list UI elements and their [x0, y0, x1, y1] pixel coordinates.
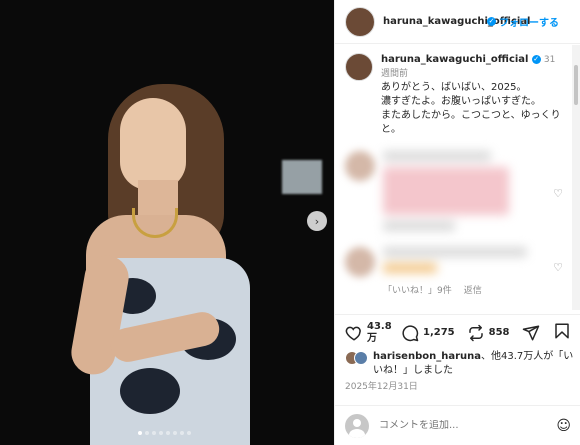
- carousel-dot: [166, 431, 170, 435]
- follow-label[interactable]: フォローする: [499, 14, 559, 29]
- photo-subject-face: [120, 98, 186, 190]
- bookmark-icon: [555, 323, 569, 339]
- add-comment-bar: ☺: [335, 405, 580, 445]
- chevron-right-icon: ›: [314, 214, 320, 228]
- comment-text-blurred: [383, 247, 563, 279]
- post-actions: 43.8万 1,275 858: [335, 314, 580, 350]
- liked-by-username[interactable]: harisenbon_haruna: [373, 351, 481, 362]
- like-button[interactable]: 43.8万: [345, 321, 392, 345]
- caption-username[interactable]: haruna_kawaguchi_official: [381, 54, 528, 65]
- comments-list[interactable]: haruna_kawaguchi_official ✓ 31週間前 ありがとう、…: [335, 45, 573, 310]
- carousel-dot: [145, 431, 149, 435]
- post-media[interactable]: ›: [0, 0, 334, 445]
- comment-meta: 「いいね！」9件 返信: [383, 283, 563, 296]
- comment-like-heart-icon[interactable]: ♡: [553, 187, 563, 200]
- reposts-count: 858: [488, 327, 510, 338]
- send-icon: [522, 325, 539, 340]
- comment-likes-count[interactable]: 「いいね！」9件: [383, 283, 452, 296]
- repost-button[interactable]: 858: [467, 324, 510, 342]
- carousel-dot: [173, 431, 177, 435]
- verified-badge-icon: ✓: [487, 17, 496, 26]
- post-date[interactable]: 2025年12月31日: [345, 379, 418, 392]
- follow-button[interactable]: ✓ フォローする: [487, 14, 559, 29]
- likes-count[interactable]: 43.8万: [367, 321, 392, 345]
- carousel-dot: [152, 431, 156, 435]
- comment-icon: [402, 324, 419, 341]
- save-button[interactable]: [553, 322, 571, 343]
- comment-like-heart-icon[interactable]: ♡: [553, 261, 563, 274]
- liked-by: harisenbon_haruna、他43.7万人が「いいね！」しました: [345, 350, 575, 378]
- author-username[interactable]: haruna_kawaguchi_official: [383, 15, 530, 28]
- caption-avatar[interactable]: [345, 53, 373, 81]
- comment-item: ♡: [345, 151, 563, 237]
- comment-item: ♡: [345, 247, 563, 279]
- verified-badge-icon: ✓: [531, 54, 541, 64]
- comment-avatar[interactable]: [345, 151, 375, 181]
- comment-text-blurred: [383, 151, 563, 237]
- carousel-dot: [187, 431, 191, 435]
- repost-icon: [468, 324, 483, 341]
- carousel-next-button[interactable]: ›: [307, 211, 327, 231]
- comments-count: 1,275: [423, 327, 455, 338]
- post-caption: haruna_kawaguchi_official ✓ 31週間前 ありがとう、…: [345, 53, 563, 137]
- heart-icon: [345, 326, 361, 341]
- liked-by-avatars: [345, 351, 368, 378]
- comment-avatar[interactable]: [345, 247, 375, 277]
- post-header: haruna_kawaguchi_official ✓ フォローする: [335, 0, 580, 44]
- author-avatar[interactable]: [345, 6, 375, 37]
- caption-text: ありがとう、ばいばい、2025。 濃すぎたよ。お腹いっぱいすぎた。 またあしたか…: [381, 82, 561, 135]
- carousel-indicator: [138, 431, 191, 435]
- comment-input[interactable]: [379, 420, 557, 431]
- post-details-panel: haruna_kawaguchi_official ✓ フォローする harun…: [334, 0, 580, 445]
- share-button[interactable]: [522, 324, 540, 342]
- carousel-dot: [180, 431, 184, 435]
- carousel-dot: [159, 431, 163, 435]
- background-light: [282, 160, 322, 194]
- comment-button[interactable]: 1,275: [401, 324, 455, 342]
- current-user-avatar: [345, 413, 369, 438]
- comment-reply-button[interactable]: 返信: [464, 283, 482, 296]
- carousel-dot: [138, 431, 142, 435]
- emoji-icon[interactable]: ☺: [556, 418, 571, 434]
- comments-scrollbar[interactable]: [572, 45, 580, 310]
